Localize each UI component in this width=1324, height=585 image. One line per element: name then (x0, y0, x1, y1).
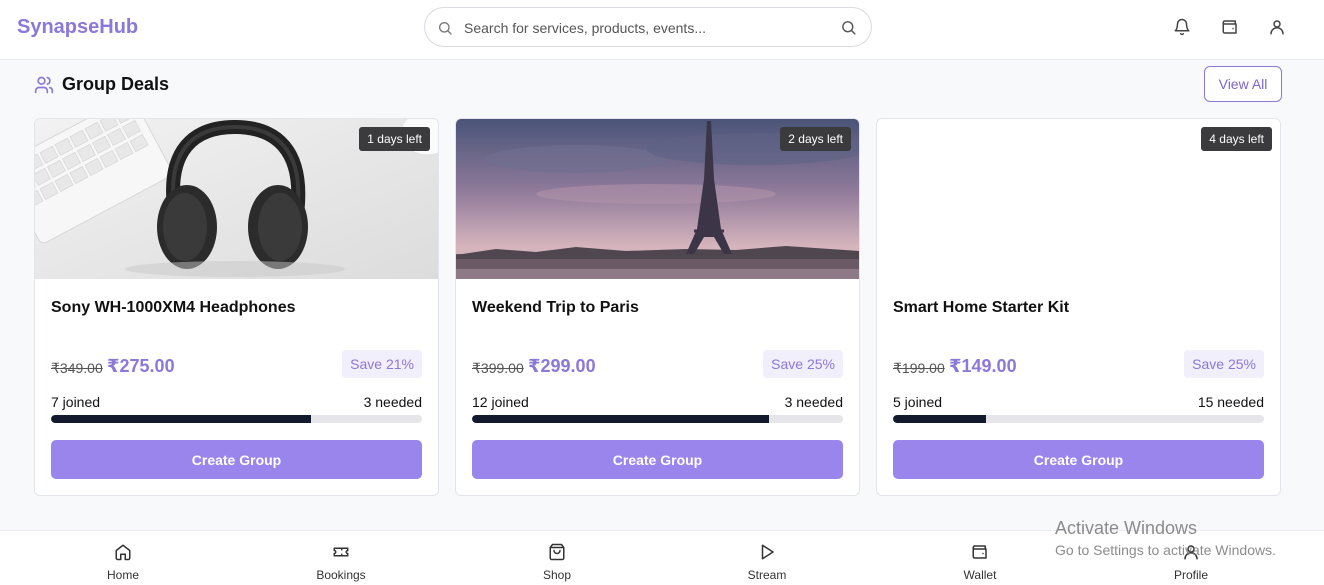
search-icon (439, 22, 452, 35)
deal-card[interactable]: 4 days left Smart Home Starter Kit ₹199.… (876, 118, 1281, 496)
group-progress-fill (51, 415, 311, 423)
user-icon (1184, 545, 1198, 560)
nav-label: Shop (542, 568, 572, 582)
original-price: ₹349.00 (51, 360, 103, 376)
search-bar[interactable] (424, 7, 872, 47)
shopping-bag-icon (549, 543, 565, 561)
deal-title: Sony WH-1000XM4 Headphones (51, 299, 296, 316)
search-input[interactable] (464, 17, 824, 39)
nav-item-bookings[interactable]: Bookings (291, 531, 391, 585)
group-progress-fill (472, 415, 769, 423)
needed-count: 3 needed (784, 394, 843, 410)
create-group-button[interactable]: Create Group (472, 440, 843, 479)
days-left-badge: 2 days left (780, 127, 851, 151)
days-left-badge: 1 days left (359, 127, 430, 151)
nav-item-profile[interactable]: Profile (1141, 531, 1241, 585)
create-group-button[interactable]: Create Group (893, 440, 1264, 479)
view-all-button[interactable]: View All (1204, 66, 1282, 102)
nav-label: Stream (747, 568, 787, 582)
play-icon (761, 544, 774, 560)
nav-item-stream[interactable]: Stream (717, 531, 817, 585)
home-icon (115, 544, 131, 561)
original-price: ₹199.00 (893, 360, 945, 376)
bell-icon[interactable] (1173, 18, 1191, 36)
ticket-icon (333, 547, 349, 557)
nav-label: Home (106, 568, 139, 582)
deal-title: Weekend Trip to Paris (472, 299, 639, 316)
group-progress-bar (51, 415, 422, 423)
nav-label: Bookings (316, 568, 366, 582)
wallet-icon[interactable] (1221, 18, 1239, 36)
deal-price: ₹149.00 (949, 356, 1017, 376)
needed-count: 15 needed (1197, 394, 1264, 410)
search-submit-icon[interactable] (840, 19, 857, 36)
joined-count: 12 joined (472, 394, 529, 410)
users-icon (34, 76, 54, 94)
save-badge: Save 25% (1184, 350, 1264, 378)
create-group-button[interactable]: Create Group (51, 440, 422, 479)
user-icon[interactable] (1268, 18, 1286, 36)
bottom-nav: Home Bookings Shop Stream Wallet Profile (0, 530, 1324, 585)
joined-count: 5 joined (893, 394, 943, 410)
top-bar: SynapseHub (0, 0, 1324, 60)
group-progress-fill (893, 415, 986, 423)
group-progress-bar (472, 415, 843, 423)
save-badge: Save 21% (342, 350, 422, 378)
deal-price: ₹299.00 (528, 356, 596, 376)
needed-count: 3 needed (363, 394, 422, 410)
deal-card[interactable]: 1 days left Sony WH-1000XM4 Headphones ₹… (34, 118, 439, 496)
nav-label: Wallet (963, 568, 997, 582)
nav-item-home[interactable]: Home (73, 531, 173, 585)
wallet-icon (972, 545, 987, 559)
deal-price: ₹275.00 (107, 356, 175, 376)
joined-count: 7 joined (51, 394, 101, 410)
original-price: ₹399.00 (472, 360, 524, 376)
nav-item-shop[interactable]: Shop (507, 531, 607, 585)
days-left-badge: 4 days left (1201, 127, 1272, 151)
brand-logo[interactable]: SynapseHub (17, 16, 138, 39)
section-title: Group Deals (62, 74, 170, 94)
group-progress-bar (893, 415, 1264, 423)
deal-card[interactable]: 2 days left Weekend Trip to Paris ₹399.0… (455, 118, 860, 496)
deal-title: Smart Home Starter Kit (893, 299, 1070, 316)
nav-item-wallet[interactable]: Wallet (930, 531, 1030, 585)
nav-label: Profile (1173, 568, 1208, 582)
save-badge: Save 25% (763, 350, 843, 378)
